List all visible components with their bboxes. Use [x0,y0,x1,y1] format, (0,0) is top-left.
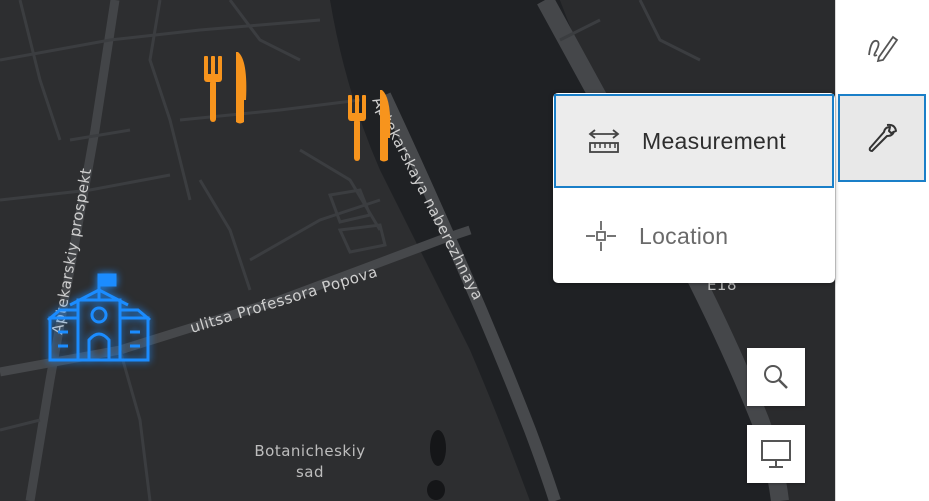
sketch-pen-icon [868,35,899,63]
side-toolbar [835,0,929,501]
area-label-line2: sad [296,463,324,481]
pond [427,480,445,500]
wrench-icon [868,123,897,152]
tools-button[interactable] [838,94,926,182]
ruler-measure-icon [584,121,624,161]
area-label-line1: Botanicheskiy [254,442,365,460]
fullscreen-button[interactable] [747,425,805,483]
menu-item-label: Measurement [642,127,786,154]
crosshair-location-icon [581,216,621,256]
sketch-button[interactable] [838,2,926,90]
menu-item-label: Location [639,222,729,249]
search-button[interactable] [747,348,805,406]
pond [430,430,446,466]
menu-item-measurement[interactable]: Measurement [554,94,834,188]
monitor-icon [761,440,791,468]
tools-menu: Measurement Location [553,93,835,283]
search-icon [764,365,788,389]
menu-item-location[interactable]: Location [553,189,835,283]
